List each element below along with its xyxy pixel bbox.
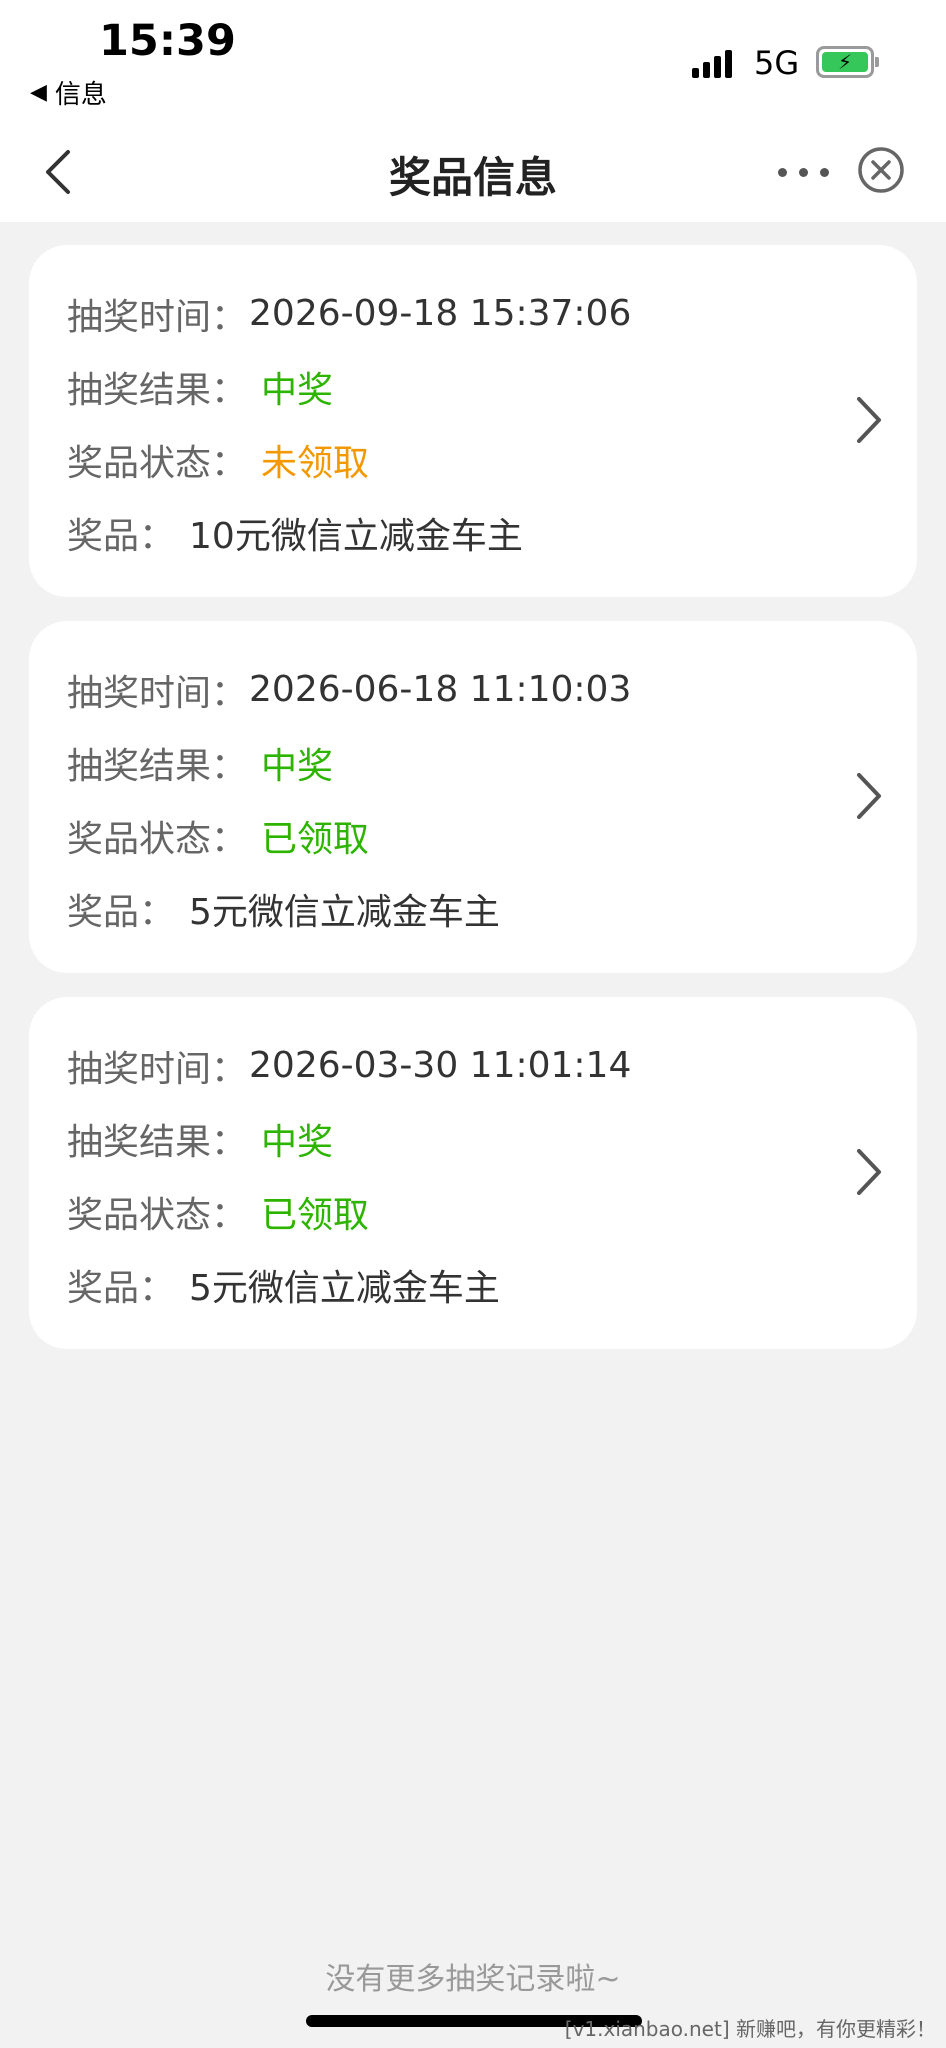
chevron-right-icon <box>857 773 881 819</box>
prize-record-card[interactable]: 抽奖时间： 2026-06-18 11:10:03 抽奖结果： 中奖 奖品状态：… <box>29 621 917 973</box>
back-app-label: 信息 <box>54 80 107 110</box>
chevron-right-icon <box>857 397 881 443</box>
prize-row: 奖品： 10元微信立减金车主 <box>67 496 917 569</box>
back-to-app-link[interactable]: ◀ 信息 <box>30 74 107 111</box>
draw-time-value: 2026-06-18 11:10:03 <box>249 669 632 710</box>
draw-time-row: 抽奖时间： 2026-09-18 15:37:06 <box>67 277 917 350</box>
prize-record-card[interactable]: 抽奖时间： 2026-09-18 15:37:06 抽奖结果： 中奖 奖品状态：… <box>29 245 917 597</box>
draw-result-row: 抽奖结果： 中奖 <box>67 1102 917 1175</box>
prize-record-list: 抽奖时间： 2026-09-18 15:37:06 抽奖结果： 中奖 奖品状态：… <box>29 245 917 1373</box>
draw-time-row: 抽奖时间： 2026-03-30 11:01:14 <box>67 1029 917 1102</box>
prize-status-label: 奖品状态： <box>67 818 248 860</box>
prize-record-card[interactable]: 抽奖时间： 2026-03-30 11:01:14 抽奖结果： 中奖 奖品状态：… <box>29 997 917 1349</box>
draw-result-value: 中奖 <box>261 369 334 411</box>
status-time: 15:39 <box>99 16 236 66</box>
prize-status-value: 已领取 <box>261 818 370 860</box>
draw-result-label: 抽奖结果： <box>67 745 248 787</box>
prize-row: 奖品： 5元微信立减金车主 <box>67 872 917 945</box>
signal-icon <box>692 46 732 78</box>
prize-status-row: 奖品状态： 未领取 <box>67 423 917 496</box>
draw-result-value: 中奖 <box>261 1121 334 1163</box>
prize-status-value: 未领取 <box>261 442 370 484</box>
prize-value: 5元微信立减金车主 <box>189 891 500 933</box>
prize-row: 奖品： 5元微信立减金车主 <box>67 1248 917 1321</box>
draw-time-value: 2026-09-18 15:37:06 <box>249 293 632 334</box>
no-more-records-text: 没有更多抽奖记录啦~ <box>325 1962 621 1997</box>
prize-status-row: 奖品状态： 已领取 <box>67 799 917 872</box>
prize-label: 奖品： <box>67 515 176 557</box>
draw-time-label: 抽奖时间： <box>67 672 248 714</box>
draw-time-value: 2026-03-30 11:01:14 <box>249 1045 632 1086</box>
prize-value: 10元微信立减金车主 <box>189 515 523 557</box>
draw-time-label: 抽奖时间： <box>67 1048 248 1090</box>
prize-status-label: 奖品状态： <box>67 1194 248 1236</box>
prize-value: 5元微信立减金车主 <box>189 1267 500 1309</box>
close-circle-icon[interactable] <box>856 145 906 195</box>
charging-bolt-icon: ⚡ <box>822 52 868 72</box>
prize-label: 奖品： <box>67 1267 176 1309</box>
draw-time-label: 抽奖时间： <box>67 296 248 338</box>
network-type: 5G <box>754 44 800 82</box>
draw-time-row: 抽奖时间： 2026-06-18 11:10:03 <box>67 653 917 726</box>
back-triangle-icon: ◀ <box>30 80 47 105</box>
status-bar: 15:39 ◀ 信息 5G ⚡ <box>0 0 946 122</box>
prize-status-value: 已领取 <box>261 1194 370 1236</box>
draw-result-value: 中奖 <box>261 745 334 787</box>
draw-result-label: 抽奖结果： <box>67 369 248 411</box>
prize-status-label: 奖品状态： <box>67 442 248 484</box>
prize-status-row: 奖品状态： 已领取 <box>67 1175 917 1248</box>
draw-result-row: 抽奖结果： 中奖 <box>67 350 917 423</box>
prize-label: 奖品： <box>67 891 176 933</box>
more-dots-icon[interactable] <box>778 162 834 182</box>
draw-result-row: 抽奖结果： 中奖 <box>67 726 917 799</box>
chevron-right-icon <box>857 1149 881 1195</box>
nav-bar: 奖品信息 <box>0 122 946 222</box>
battery-icon: ⚡ <box>816 46 879 78</box>
draw-result-label: 抽奖结果： <box>67 1121 248 1163</box>
watermark-text: [v1.xianbao.net] 新赚吧，有你更精彩！ <box>564 2017 936 2041</box>
